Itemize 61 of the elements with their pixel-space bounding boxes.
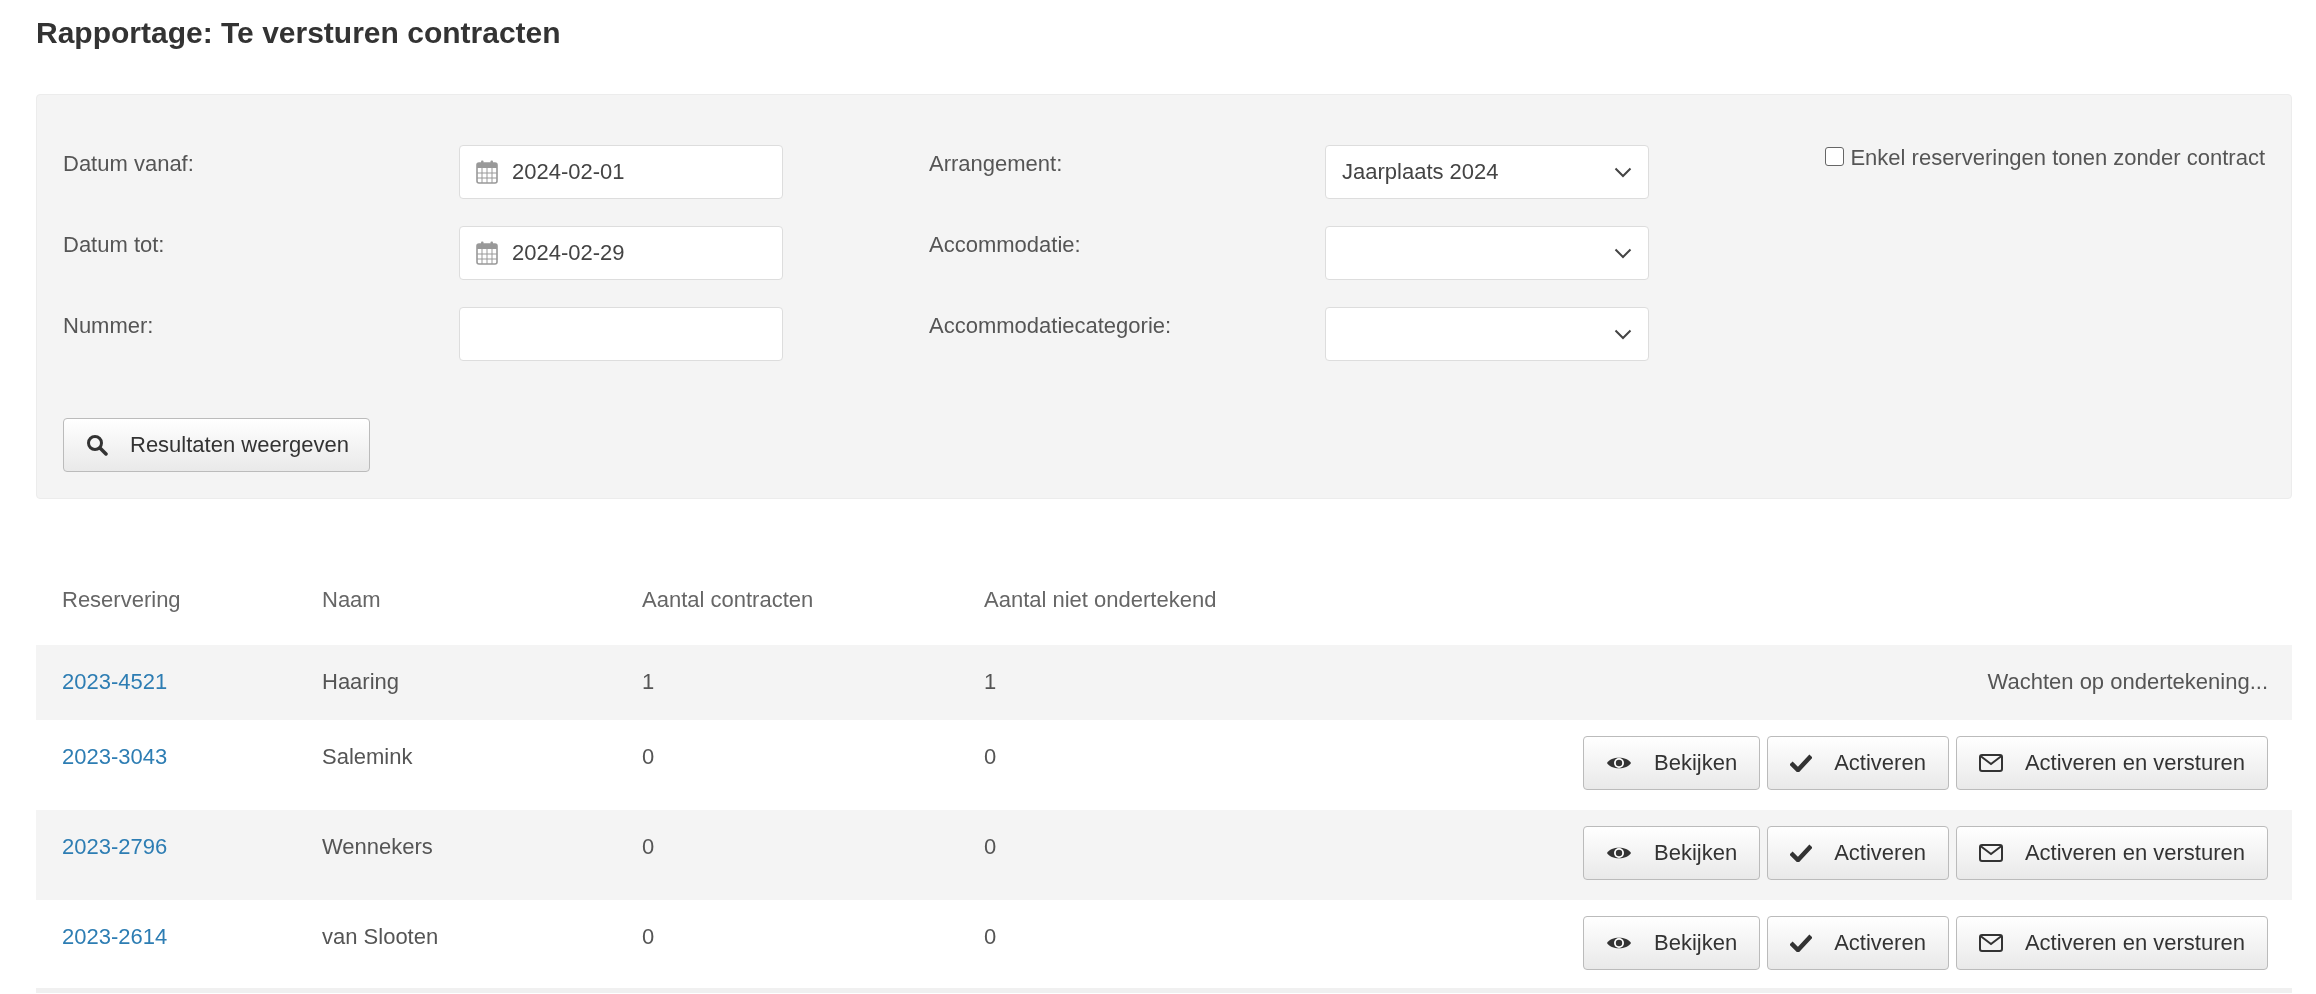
- field-label: Datum tot:: [63, 231, 166, 259]
- checkmark-icon: [1790, 934, 1813, 952]
- table-cell: 0: [984, 924, 997, 949]
- view-button[interactable]: Bekijken: [1583, 916, 1761, 970]
- chevron-down-icon: [1614, 166, 1632, 178]
- reservation-link[interactable]: 2023-4521: [62, 669, 168, 694]
- checkmark-icon: [1790, 844, 1813, 862]
- send-button[interactable]: Activeren en versturen: [1955, 826, 2268, 880]
- reservation-link[interactable]: 2023-3043: [62, 744, 168, 769]
- chevron-down-icon: [1614, 328, 1632, 340]
- view-button[interactable]: Bekijken: [1583, 826, 1761, 880]
- status-text: Wachten op ondertekening...: [1987, 669, 2268, 694]
- checkbox-label: Enkel reserveringen tonen zonder contract: [1850, 145, 2265, 171]
- activate-button[interactable]: Activeren: [1767, 916, 1949, 970]
- table-cell: 0: [642, 924, 655, 949]
- calendar-icon: [476, 241, 498, 265]
- eye-icon: [1606, 935, 1632, 951]
- envelope-icon: [1978, 934, 2003, 952]
- envelope-icon: [1978, 754, 2003, 772]
- column-header: Aantal niet ondertekend: [958, 555, 1315, 645]
- column-header: Reservering: [36, 555, 296, 645]
- eye-icon: [1606, 845, 1632, 861]
- table-cell: Salemink: [322, 744, 413, 769]
- activate-button[interactable]: Activeren: [1767, 736, 1949, 790]
- field-label: Datum vanaf:: [63, 150, 195, 178]
- chevron-down-icon: [1614, 247, 1632, 259]
- column-header: Naam: [296, 555, 616, 645]
- date-field[interactable]: 2024-02-01: [459, 145, 783, 199]
- table-cell: Wennekers: [322, 834, 433, 859]
- field-label: Accommodatiecategorie:: [929, 312, 1173, 340]
- field-label: Accommodatie:: [929, 231, 1082, 259]
- send-button[interactable]: Activeren en versturen: [1955, 736, 2268, 790]
- table-cell: 1: [642, 669, 655, 694]
- date-field[interactable]: 2024-02-29: [459, 226, 783, 280]
- show-results-button[interactable]: Resultaten weergeven: [63, 418, 370, 472]
- dropdown[interactable]: Jaarplaats 2024: [1325, 145, 1649, 199]
- eye-icon: [1606, 755, 1632, 771]
- checkbox[interactable]: [1825, 147, 1845, 166]
- table-cell: 1: [984, 669, 997, 694]
- reservation-link[interactable]: 2023-2614: [62, 924, 168, 949]
- view-button[interactable]: Bekijken: [1583, 736, 1761, 790]
- checkmark-icon: [1790, 754, 1813, 772]
- dropdown[interactable]: [1325, 226, 1649, 280]
- field-label: Nummer:: [63, 312, 155, 340]
- reservation-link[interactable]: 2023-2796: [62, 834, 168, 859]
- activate-button[interactable]: Activeren: [1767, 826, 1949, 880]
- input-field[interactable]: [459, 307, 783, 361]
- send-button[interactable]: Activeren en versturen: [1955, 916, 2268, 970]
- column-header: Aantal contracten: [616, 555, 958, 645]
- table-cell: van Slooten: [322, 924, 439, 949]
- table-cell: 0: [984, 834, 997, 859]
- calendar-icon: [476, 160, 498, 184]
- table-cell: Haaring: [322, 669, 400, 694]
- field-label: Arrangement:: [929, 150, 1064, 178]
- table-cell: 0: [642, 744, 655, 769]
- envelope-icon: [1978, 844, 2003, 862]
- table-cell: 0: [642, 834, 655, 859]
- table-cell: 0: [984, 744, 997, 769]
- search-icon: [86, 434, 108, 456]
- dropdown[interactable]: [1325, 307, 1649, 361]
- page-title: Rapportage: Te versturen contracten: [36, 15, 562, 51]
